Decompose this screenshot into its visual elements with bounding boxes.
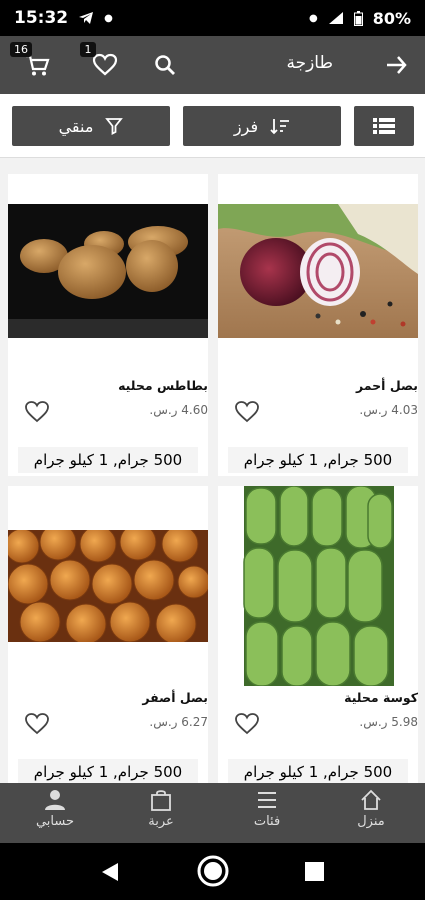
arrow-forward-icon [387, 56, 407, 74]
wishlist-button[interactable]: 1 [80, 42, 124, 84]
product-price: 4.03 ر.س. [359, 403, 418, 417]
product-price: 6.27 ر.س. [149, 715, 208, 729]
battery-level: 80% [372, 8, 411, 28]
signal-icon [328, 12, 343, 24]
page-title: طازجة [286, 53, 333, 73]
view-toggle-button[interactable] [354, 106, 414, 146]
filter-bar: منقي فرز [0, 94, 425, 158]
categories-icon [258, 792, 276, 808]
cart-button[interactable]: 16 [10, 42, 56, 84]
weight-options[interactable]: 500 جرام, 1 كيلو جرام [18, 759, 198, 783]
status-time: 15:32 [14, 8, 69, 28]
weight-options[interactable]: 500 جرام, 1 كيلو جرام [228, 759, 408, 783]
product-card[interactable]: كوسة محلية 5.98 ر.س. 500 جرام, 1 كيلو جر… [218, 486, 418, 783]
sort-label: فرز [233, 116, 259, 136]
product-card[interactable]: بطاطس محليه 4.60 ر.س. 500 جرام, 1 كيلو ج… [8, 174, 208, 476]
system-navigation-bar [0, 843, 425, 900]
nav-home-label: منزل [357, 814, 385, 829]
heart-outline-icon[interactable] [24, 712, 50, 736]
product-image-red-onion [218, 204, 418, 338]
product-price: 5.98 ر.س. [359, 715, 418, 729]
nav-categories-label: فئات [253, 814, 281, 829]
nav-account-label: حسابي [35, 814, 75, 829]
product-name: كوسة محلية [344, 690, 418, 705]
heart-outline-icon[interactable] [234, 712, 260, 736]
funnel-icon [105, 118, 124, 135]
nav-cart[interactable]: عربة [126, 789, 196, 829]
heart-icon [92, 53, 118, 76]
home-circle-icon[interactable] [196, 854, 230, 888]
nav-home[interactable]: منزل [336, 789, 406, 829]
product-image-potatoes [8, 204, 208, 338]
sort-icon [270, 119, 290, 135]
telegram-icon [79, 12, 94, 24]
wishlist-badge: 1 [80, 42, 96, 57]
home-icon [361, 789, 381, 810]
nav-cart-label: عربة [148, 814, 174, 829]
cart-badge: 16 [10, 42, 32, 57]
nav-categories[interactable]: فئات [232, 789, 302, 829]
filter-button[interactable]: منقي [12, 106, 170, 146]
product-image-yellow-onion [8, 530, 208, 642]
product-card[interactable]: بصل أحمر 4.03 ر.س. 500 جرام, 1 كيلو جرام [218, 174, 418, 476]
person-icon [45, 790, 65, 810]
status-bar: 15:32 ● ● 80% [0, 0, 425, 36]
heart-outline-icon[interactable] [234, 400, 260, 424]
product-price: 4.60 ر.س. [149, 403, 208, 417]
status-right: ● 80% [309, 9, 411, 28]
notification-dot-icon: ● [308, 12, 318, 24]
product-grid: بصل أحمر 4.03 ر.س. 500 جرام, 1 كيلو جرام… [0, 158, 425, 783]
filter-label: منقي [58, 116, 94, 136]
battery-icon [353, 10, 363, 26]
product-name: بصل أصفر [142, 690, 208, 705]
product-image-zucchini [218, 486, 418, 686]
status-left: 15:32 ● [14, 8, 113, 28]
back-triangle-icon[interactable] [100, 861, 120, 883]
nav-account[interactable]: حسابي [20, 789, 90, 829]
product-name: بصل أحمر [356, 378, 418, 393]
app-bar: 16 1 طازجة [0, 36, 425, 94]
recents-square-icon[interactable] [305, 862, 324, 881]
heart-outline-icon[interactable] [24, 400, 50, 424]
back-button[interactable] [377, 46, 415, 84]
product-card[interactable]: بصل أصفر 6.27 ر.س. 500 جرام, 1 كيلو جرام [8, 486, 208, 783]
list-view-icon [373, 118, 395, 134]
product-name: بطاطس محليه [118, 378, 208, 393]
sort-button[interactable]: فرز [183, 106, 341, 146]
shopping-bag-icon [151, 790, 171, 811]
search-icon [155, 55, 175, 75]
notification-dot-icon: ● [104, 12, 113, 24]
weight-options[interactable]: 500 جرام, 1 كيلو جرام [228, 447, 408, 473]
weight-options[interactable]: 500 جرام, 1 كيلو جرام [18, 447, 198, 473]
bottom-nav: حسابي عربة فئات منزل [0, 783, 425, 843]
search-button[interactable] [146, 46, 184, 84]
